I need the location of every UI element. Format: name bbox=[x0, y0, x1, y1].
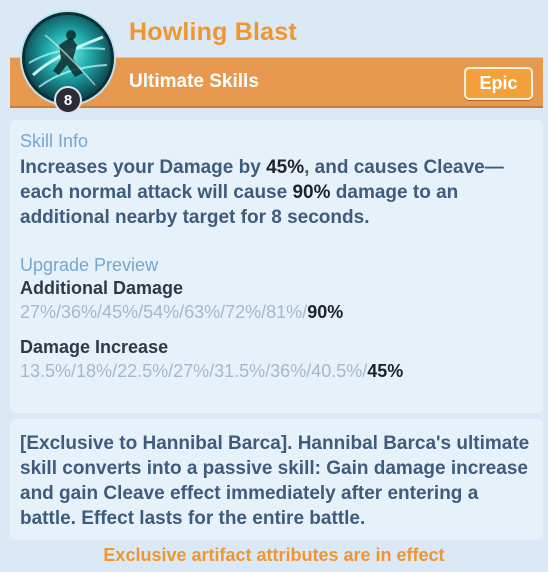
skill-detail-panel: Ultimate Skills Epic Howling Blast 8 Ski… bbox=[0, 0, 548, 572]
additional-damage-values: 27%/36%/45%/54%/63%/72%/81%/90% bbox=[20, 302, 344, 322]
skill-type-label: Ultimate Skills bbox=[129, 71, 259, 92]
rarity-badge: Epic bbox=[464, 67, 533, 100]
upgrade-preview-label: Upgrade Preview bbox=[20, 255, 159, 275]
exclusive-effect-text: [Exclusive to Hannibal Barca]. Hannibal … bbox=[20, 433, 530, 529]
skill-name: Howling Blast bbox=[129, 18, 297, 46]
skill-level-badge: 8 bbox=[54, 86, 82, 114]
additional-damage-label: Additional Damage bbox=[20, 278, 184, 298]
artifact-status-footer: Exclusive artifact attributes are in eff… bbox=[103, 545, 445, 565]
skill-description: Increases your Damage by 45%, and causes… bbox=[20, 157, 504, 228]
skill-info-label: Skill Info bbox=[20, 131, 89, 151]
damage-increase-label: Damage Increase bbox=[20, 337, 169, 357]
exclusive-effect-card[interactable]: [Exclusive to Hannibal Barca]. Hannibal … bbox=[10, 419, 543, 540]
damage-increase-values: 13.5%/18%/22.5%/27%/31.5%/36%/40.5%/45% bbox=[20, 361, 404, 381]
